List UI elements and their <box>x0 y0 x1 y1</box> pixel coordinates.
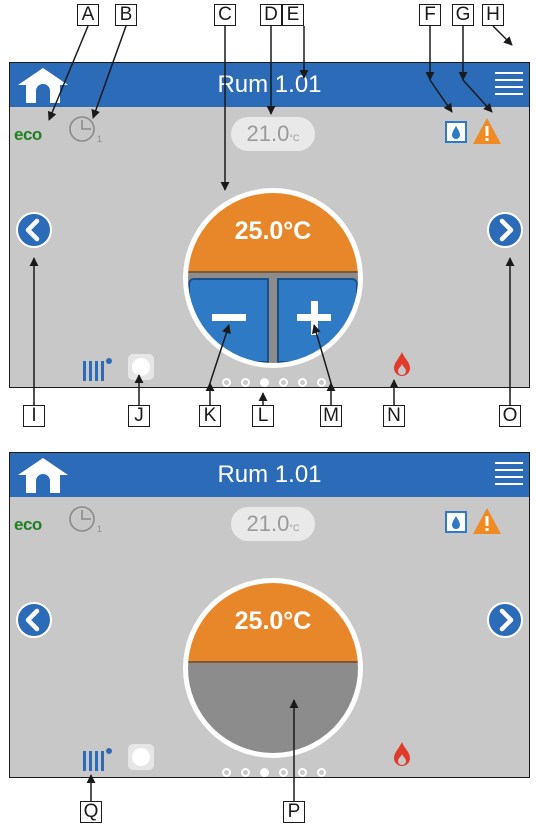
current-temp-unit: °C <box>289 523 300 533</box>
callout-n: N <box>383 405 405 427</box>
callout-i: I <box>23 405 45 427</box>
callout-k: K <box>199 405 221 427</box>
callout-e: E <box>282 4 304 26</box>
page-dot[interactable] <box>317 378 326 387</box>
current-temp-value: 21.0 <box>246 511 290 536</box>
callout-p: P <box>283 801 305 823</box>
callout-a: A <box>77 4 99 26</box>
clock-subscript: 1 <box>97 524 102 534</box>
eco-label: eco <box>14 515 42 534</box>
callout-h: H <box>482 4 504 26</box>
setpoint-value: 25.0°C <box>234 607 312 635</box>
status-indicator <box>128 354 154 380</box>
page-dot[interactable] <box>241 768 250 777</box>
page-dot[interactable] <box>222 768 231 777</box>
chevron-left-icon[interactable] <box>16 212 52 248</box>
chevron-right-icon[interactable] <box>487 212 523 248</box>
room-title: Rum 1.01 <box>217 461 322 488</box>
page-dot-active[interactable] <box>260 768 269 777</box>
water-drop-icon <box>445 121 467 143</box>
dial-lower-area[interactable] <box>188 663 358 753</box>
thermostat-dial: 25.0°C <box>183 188 363 368</box>
current-temp-unit: °C <box>289 133 300 143</box>
warning-icon <box>473 118 501 144</box>
page-dot-active[interactable] <box>260 378 269 387</box>
screen-without-buttons: Rum 1.01 eco 1 21.0°C 25.0°C <box>9 452 530 778</box>
callout-m: M <box>320 405 342 427</box>
clock-icon: 1 <box>69 506 102 534</box>
flame-icon <box>394 352 410 376</box>
callout-o: O <box>499 405 521 427</box>
callout-c: C <box>214 4 236 26</box>
callout-g: G <box>452 4 474 26</box>
header-bar: Rum 1.01 <box>10 453 529 497</box>
eco-label: eco <box>14 125 42 144</box>
page-dot[interactable] <box>317 768 326 777</box>
menu-icon[interactable] <box>495 462 523 488</box>
page-indicator <box>222 378 332 387</box>
setpoint-value: 25.0°C <box>234 217 312 245</box>
warning-icon <box>473 508 501 534</box>
clock-subscript: 1 <box>97 134 102 144</box>
page-dot[interactable] <box>222 378 231 387</box>
page-dot[interactable] <box>298 378 307 387</box>
water-drop-icon <box>445 511 467 533</box>
radiator-icon <box>83 748 112 771</box>
radiator-icon <box>83 358 112 381</box>
arrow-h <box>492 25 513 46</box>
current-temperature: 21.0°C <box>231 117 315 151</box>
current-temperature: 21.0°C <box>231 507 315 541</box>
setpoint-display[interactable]: 25.0°C <box>188 193 358 273</box>
thermostat-dial: 25.0°C <box>183 578 363 758</box>
callout-q: Q <box>80 801 102 823</box>
page-dot[interactable] <box>298 768 307 777</box>
chevron-left-icon[interactable] <box>16 602 52 638</box>
callout-l: L <box>252 405 274 427</box>
page-indicator <box>222 768 332 777</box>
chevron-right-icon[interactable] <box>487 602 523 638</box>
header-bar: Rum 1.01 <box>10 63 529 107</box>
current-temp-value: 21.0 <box>246 121 290 146</box>
clock-icon: 1 <box>69 116 102 144</box>
increase-button[interactable] <box>277 278 358 363</box>
status-indicator <box>128 744 154 770</box>
page-dot[interactable] <box>279 378 288 387</box>
room-title: Rum 1.01 <box>217 71 322 98</box>
menu-icon[interactable] <box>495 72 523 98</box>
callout-b: B <box>115 4 137 26</box>
setpoint-display[interactable]: 25.0°C <box>188 583 358 663</box>
decrease-button[interactable] <box>188 278 269 363</box>
callout-j: J <box>128 405 150 427</box>
screen-with-buttons: Rum 1.01 eco 1 21.0°C 25.0°C <box>9 62 530 388</box>
page-dot[interactable] <box>241 378 250 387</box>
page-dot[interactable] <box>279 768 288 777</box>
callout-d: D <box>260 4 282 26</box>
flame-icon <box>394 742 410 766</box>
callout-f: F <box>419 4 441 26</box>
